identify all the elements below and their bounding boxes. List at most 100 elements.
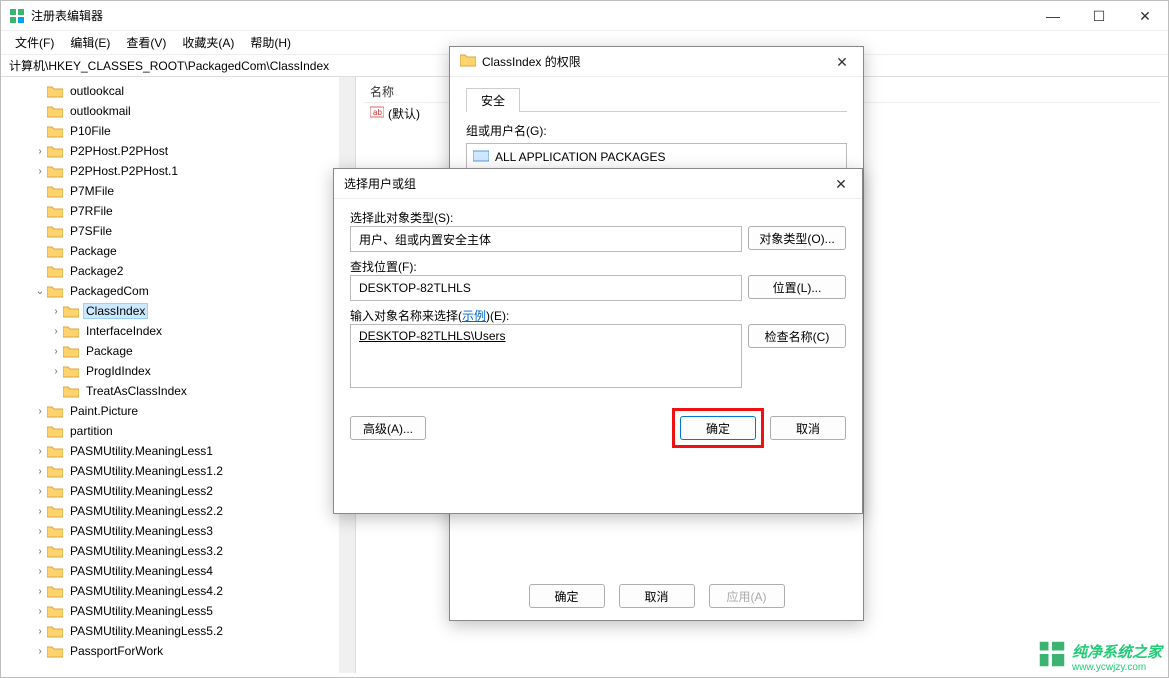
- chevron-right-icon[interactable]: ›: [49, 346, 63, 357]
- tree-item[interactable]: ›PASMUtility.MeaningLess1: [1, 441, 355, 461]
- perm-dialog-close-button[interactable]: ✕: [827, 51, 857, 73]
- tree-item[interactable]: ›P2PHost.P2PHost: [1, 141, 355, 161]
- perm-tabs: 安全: [466, 87, 847, 112]
- close-button[interactable]: ✕: [1122, 1, 1168, 31]
- perm-ok-button[interactable]: 确定: [529, 584, 605, 608]
- tree-item[interactable]: Package2: [1, 261, 355, 281]
- tree-item[interactable]: ›PASMUtility.MeaningLess4.2: [1, 581, 355, 601]
- check-names-button[interactable]: 检查名称(C): [748, 324, 846, 348]
- folder-icon: [63, 364, 79, 378]
- chevron-right-icon[interactable]: ›: [33, 546, 47, 557]
- tree-item[interactable]: ›Package: [1, 341, 355, 361]
- chevron-right-icon[interactable]: ›: [33, 406, 47, 417]
- tree-item-label: Package: [67, 243, 120, 259]
- chevron-right-icon[interactable]: ›: [33, 166, 47, 177]
- tree-item[interactable]: › PASMUtility.MeaningLess3: [1, 521, 355, 541]
- tree-item[interactable]: P7RFile: [1, 201, 355, 221]
- folder-icon: [47, 504, 63, 518]
- chevron-right-icon[interactable]: ›: [33, 146, 47, 157]
- tree-item[interactable]: ›Paint.Picture: [1, 401, 355, 421]
- examples-link[interactable]: 示例: [462, 309, 486, 323]
- minimize-button[interactable]: —: [1030, 1, 1076, 31]
- tree-item-label: P10File: [67, 123, 114, 139]
- tree-item[interactable]: › PASMUtility.MeaningLess4: [1, 561, 355, 581]
- chevron-right-icon[interactable]: ›: [33, 506, 47, 517]
- group-or-user-label: 组或用户名(G):: [466, 122, 847, 139]
- tree-item[interactable]: outlookcal: [1, 81, 355, 101]
- chevron-right-icon[interactable]: ›: [33, 486, 47, 497]
- select-dialog-close-button[interactable]: ✕: [826, 173, 856, 195]
- tree-item-label: PASMUtility.MeaningLess3: [67, 523, 216, 539]
- group-listbox[interactable]: ALL APPLICATION PACKAGES: [466, 143, 847, 171]
- select-cancel-button[interactable]: 取消: [770, 416, 846, 440]
- tree-item-label: PASMUtility.MeaningLess5.2: [67, 623, 226, 639]
- chevron-right-icon[interactable]: ›: [33, 646, 47, 657]
- registry-tree[interactable]: outlookcaloutlookmailP10File›P2PHost.P2P…: [1, 81, 355, 661]
- folder-icon: [47, 424, 63, 438]
- folder-icon: [47, 124, 63, 138]
- tree-item[interactable]: Package: [1, 241, 355, 261]
- tree-item[interactable]: ›ClassIndex: [1, 301, 355, 321]
- tree-item-label: PASMUtility.MeaningLess5: [67, 603, 216, 619]
- perm-apply-button[interactable]: 应用(A): [709, 584, 785, 608]
- tree-item[interactable]: › P2PHost.P2PHost.1: [1, 161, 355, 181]
- tree-item-label: PassportForWork: [67, 643, 166, 659]
- folder-icon: [47, 624, 63, 638]
- tree-item[interactable]: ›PASMUtility.MeaningLess1.2: [1, 461, 355, 481]
- chevron-right-icon[interactable]: ›: [33, 626, 47, 637]
- watermark-url: www.ycwjzy.com: [1072, 662, 1162, 673]
- tree-item[interactable]: P7SFile: [1, 221, 355, 241]
- tree-item-label: InterfaceIndex: [83, 323, 165, 339]
- folder-icon: [47, 164, 63, 178]
- object-type-label: 选择此对象类型(S):: [350, 209, 846, 226]
- tree-item[interactable]: outlookmail: [1, 101, 355, 121]
- tree-item-label: Package2: [67, 263, 126, 279]
- tree-item[interactable]: TreatAsClassIndex: [1, 381, 355, 401]
- tree-item[interactable]: partition: [1, 421, 355, 441]
- object-name-input[interactable]: DESKTOP-82TLHLS\Users: [350, 324, 742, 388]
- tree-item[interactable]: › PASMUtility.MeaningLess5: [1, 601, 355, 621]
- chevron-right-icon[interactable]: ›: [33, 586, 47, 597]
- tree-item[interactable]: P7MFile: [1, 181, 355, 201]
- chevron-right-icon[interactable]: ›: [49, 366, 63, 377]
- menu-help[interactable]: 帮助(H): [242, 32, 299, 53]
- chevron-right-icon[interactable]: ›: [33, 606, 47, 617]
- menu-edit[interactable]: 编辑(E): [62, 32, 118, 53]
- menu-favorites[interactable]: 收藏夹(A): [174, 32, 242, 53]
- tree-item[interactable]: ›PASMUtility.MeaningLess2: [1, 481, 355, 501]
- folder-icon: [47, 264, 63, 278]
- perm-cancel-button[interactable]: 取消: [619, 584, 695, 608]
- folder-icon: [47, 544, 63, 558]
- tree-item-label: P7RFile: [67, 203, 116, 219]
- tree-item-label: PASMUtility.MeaningLess4: [67, 563, 216, 579]
- folder-icon: [47, 464, 63, 478]
- tree-item[interactable]: ›ProgIdIndex: [1, 361, 355, 381]
- object-types-button[interactable]: 对象类型(O)...: [748, 226, 846, 250]
- menu-view[interactable]: 查看(V): [118, 32, 174, 53]
- chevron-right-icon[interactable]: ›: [49, 306, 63, 317]
- chevron-right-icon[interactable]: ›: [33, 526, 47, 537]
- tree-item[interactable]: › PassportForWork: [1, 641, 355, 661]
- ok-highlight-box: [672, 408, 764, 448]
- tree-item[interactable]: › PASMUtility.MeaningLess5.2: [1, 621, 355, 641]
- tree-item[interactable]: ⌄PackagedCom: [1, 281, 355, 301]
- tree-item[interactable]: › InterfaceIndex: [1, 321, 355, 341]
- chevron-down-icon[interactable]: ⌄: [33, 286, 47, 297]
- chevron-right-icon[interactable]: ›: [49, 326, 63, 337]
- chevron-right-icon[interactable]: ›: [33, 446, 47, 457]
- tree-item[interactable]: ›PASMUtility.MeaningLess3.2: [1, 541, 355, 561]
- string-value-icon: ab: [370, 105, 384, 122]
- menu-file[interactable]: 文件(F): [7, 32, 62, 53]
- folder-icon: [47, 564, 63, 578]
- folder-icon: [47, 144, 63, 158]
- tree-item-label: P2PHost.P2PHost.1: [67, 163, 181, 179]
- perm-dialog-title: ClassIndex 的权限 ✕: [450, 47, 863, 77]
- locations-button[interactable]: 位置(L)...: [748, 275, 846, 299]
- chevron-right-icon[interactable]: ›: [33, 566, 47, 577]
- tree-item[interactable]: P10File: [1, 121, 355, 141]
- chevron-right-icon[interactable]: ›: [33, 466, 47, 477]
- tree-item[interactable]: ›PASMUtility.MeaningLess2.2: [1, 501, 355, 521]
- advanced-button[interactable]: 高级(A)...: [350, 416, 426, 440]
- tab-security[interactable]: 安全: [466, 88, 520, 112]
- maximize-button[interactable]: ☐: [1076, 1, 1122, 31]
